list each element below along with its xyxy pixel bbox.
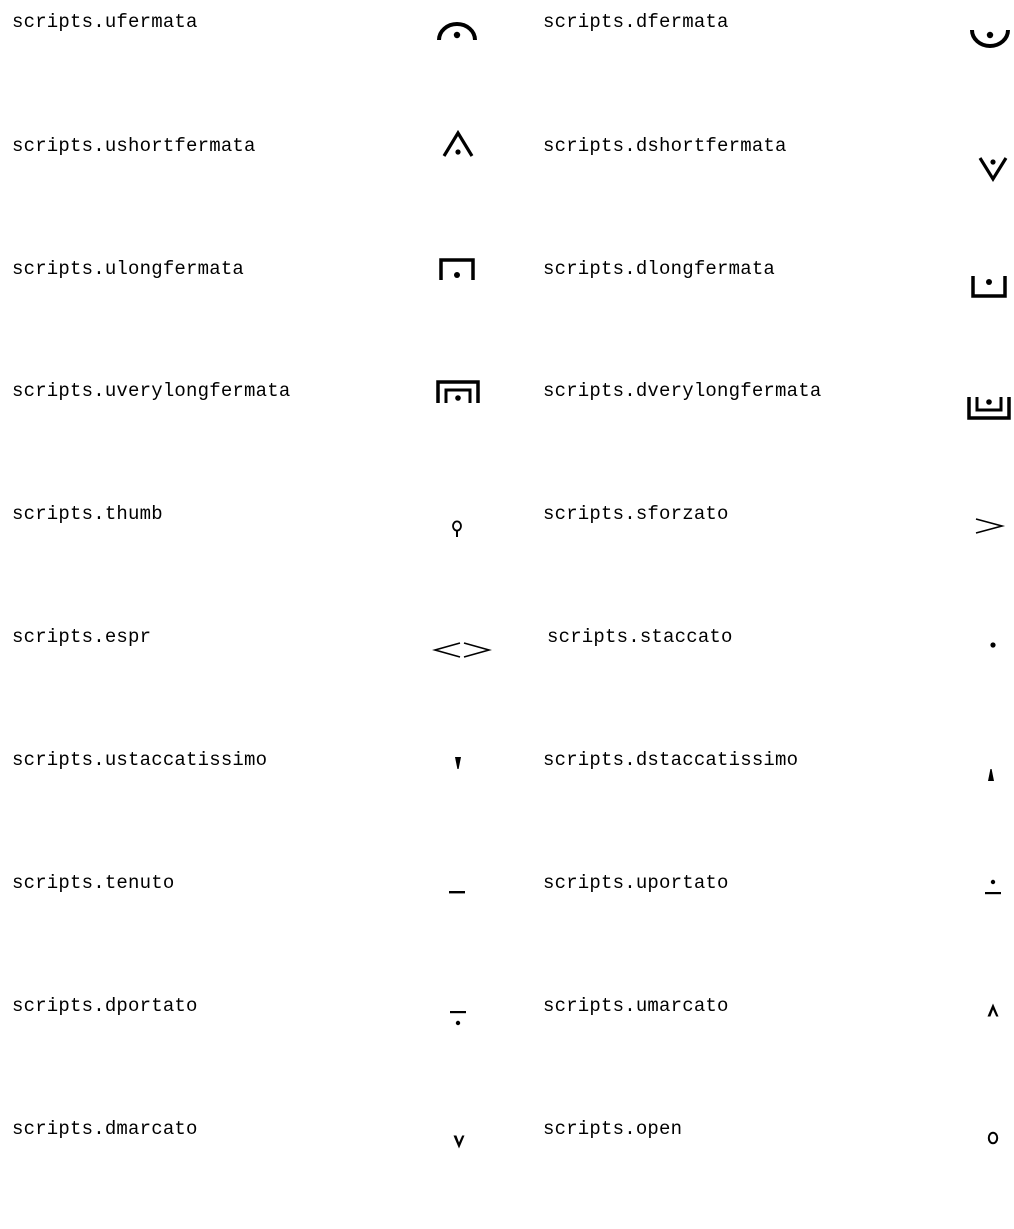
glyph-entry-uportato: scripts.uportato	[507, 861, 1014, 983]
glyph-name: scripts.tenuto	[12, 872, 175, 894]
glyph-entry-dlongfermata: scripts.dlongfermata	[507, 247, 1014, 369]
glyph-name: scripts.uportato	[543, 872, 729, 894]
ustaccatissimo-icon	[454, 756, 462, 770]
sforzato-icon	[975, 518, 1006, 534]
glyph-entry-ufermata: scripts.ufermata	[0, 0, 507, 122]
glyph-name: scripts.open	[543, 1118, 683, 1140]
glyph-table: scripts.ufermata scripts.dfermata script…	[0, 0, 1014, 1151]
glyph-name: scripts.espr	[12, 626, 152, 648]
glyph-entry-ustaccatissimo: scripts.ustaccatissimo	[0, 738, 507, 860]
uportato-icon	[985, 879, 1001, 895]
glyph-name: scripts.dstaccatissimo	[543, 749, 799, 771]
dshortfermata-icon	[977, 156, 1009, 183]
glyph-name: scripts.ushortfermata	[12, 135, 256, 157]
glyph-name: scripts.dfermata	[543, 11, 729, 33]
dverylongfermata-icon	[967, 397, 1011, 421]
glyph-name: scripts.dshortfermata	[543, 135, 787, 157]
glyph-entry-staccato: scripts.staccato	[507, 615, 1014, 737]
dfermata-icon	[970, 28, 1010, 50]
glyph-name: scripts.umarcato	[543, 995, 729, 1017]
glyph-name: scripts.dmarcato	[12, 1118, 198, 1140]
dmarcato-icon	[453, 1135, 465, 1149]
glyph-name: scripts.staccato	[547, 626, 733, 648]
ushortfermata-icon	[441, 129, 475, 157]
glyph-entry-ushortfermata: scripts.ushortfermata	[0, 124, 507, 246]
glyph-entry-dverylongfermata: scripts.dverylongfermata	[507, 369, 1014, 491]
glyph-entry-tenuto: scripts.tenuto	[0, 861, 507, 983]
glyph-entry-dfermata: scripts.dfermata	[507, 0, 1014, 122]
glyph-entry-ulongfermata: scripts.ulongfermata	[0, 247, 507, 369]
open-icon	[987, 1131, 999, 1145]
glyph-entry-espr: scripts.espr	[0, 615, 507, 737]
glyph-entry-uverylongfermata: scripts.uverylongfermata	[0, 369, 507, 491]
glyph-name: scripts.ustaccatissimo	[12, 749, 268, 771]
uverylongfermata-icon	[436, 379, 480, 403]
tenuto-icon	[449, 891, 465, 895]
glyph-name: scripts.dverylongfermata	[543, 380, 822, 402]
glyph-entry-dportato: scripts.dportato	[0, 984, 507, 1106]
glyph-name: scripts.sforzato	[543, 503, 729, 525]
glyph-name: scripts.uverylongfermata	[12, 380, 291, 402]
dlongfermata-icon	[971, 276, 1007, 298]
dportato-icon	[450, 1011, 466, 1027]
dstaccatissimo-icon	[987, 768, 995, 782]
glyph-name: scripts.thumb	[12, 503, 163, 525]
ulongfermata-icon	[439, 258, 475, 280]
glyph-name: scripts.ufermata	[12, 11, 198, 33]
glyph-entry-thumb: scripts.thumb	[0, 492, 507, 614]
glyph-name: scripts.ulongfermata	[12, 258, 245, 280]
glyph-entry-umarcato: scripts.umarcato	[507, 984, 1014, 1106]
thumb-icon	[451, 520, 463, 538]
ufermata-icon	[437, 20, 477, 42]
umarcato-icon	[987, 1003, 999, 1017]
glyph-name: scripts.dlongfermata	[543, 258, 776, 280]
glyph-name: scripts.dportato	[12, 995, 198, 1017]
staccato-icon	[990, 642, 996, 648]
glyph-entry-dshortfermata: scripts.dshortfermata	[507, 124, 1014, 246]
glyph-entry-sforzato: scripts.sforzato	[507, 492, 1014, 614]
espr-icon	[432, 642, 492, 658]
glyph-entry-dstaccatissimo: scripts.dstaccatissimo	[507, 738, 1014, 860]
glyph-entry-dmarcato: scripts.dmarcato	[0, 1107, 507, 1229]
glyph-entry-open: scripts.open	[507, 1107, 1014, 1229]
